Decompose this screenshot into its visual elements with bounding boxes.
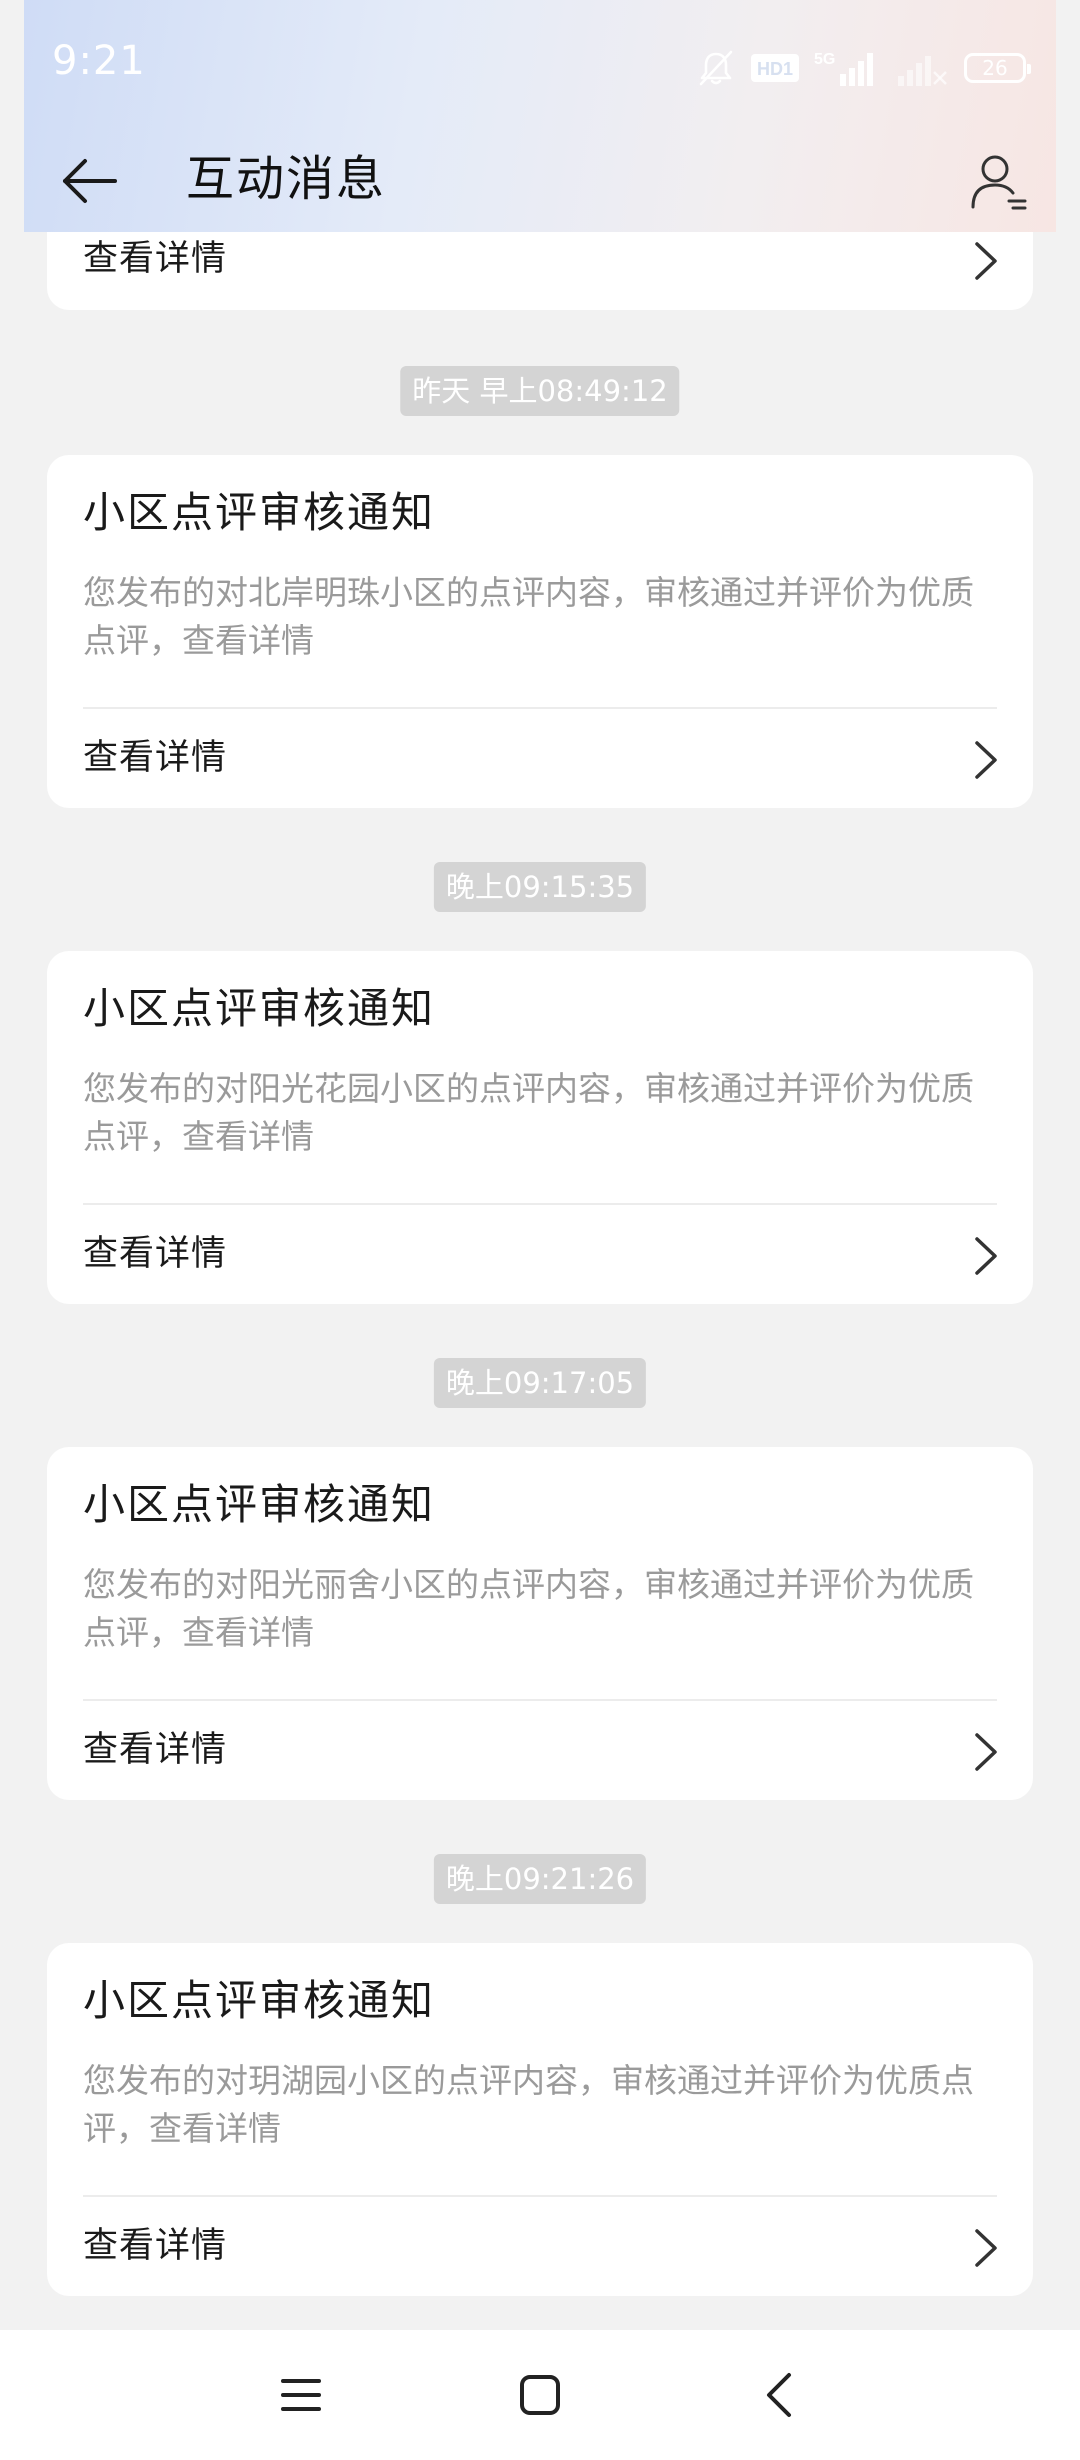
network-badge-label: HD1 bbox=[757, 59, 793, 79]
view-details-row[interactable]: 查看详情 bbox=[47, 2197, 1033, 2297]
network-type-label: 5G bbox=[814, 51, 835, 68]
message-title: 小区点评审核通知 bbox=[83, 1480, 436, 1529]
square-home-icon bbox=[520, 2375, 560, 2415]
status-bar: 9:21 HD1 5G 26 bbox=[24, 0, 1056, 130]
message-timestamp: 晚上09:17:05 bbox=[433, 1358, 647, 1408]
view-details-label: 查看详情 bbox=[83, 1730, 228, 1770]
home-button[interactable] bbox=[505, 2360, 575, 2430]
chevron-left-icon bbox=[767, 2373, 791, 2417]
message-timestamp: 晚上09:21:26 bbox=[433, 1854, 647, 1904]
nav-header: 互动消息 bbox=[24, 130, 1056, 232]
view-details-row[interactable]: 查看详情 bbox=[47, 1701, 1033, 1801]
top-bar: 9:21 HD1 5G 26 互动消息 bbox=[24, 0, 1056, 232]
menu-icon bbox=[281, 2379, 321, 2411]
view-details-label: 查看详情 bbox=[83, 239, 228, 279]
message-card[interactable]: 小区点评审核通知 您发布的对玥湖园小区的点评内容，审核通过并评价为优质点评，查看… bbox=[47, 1943, 1033, 2296]
view-details-row[interactable]: 查看详情 bbox=[47, 1205, 1033, 1305]
message-body: 您发布的对阳光丽舍小区的点评内容，审核通过并评价为优质点评，查看详情 bbox=[83, 1565, 974, 1652]
battery-icon: 26 bbox=[964, 53, 1031, 83]
user-icon bbox=[971, 155, 1027, 210]
profile-button[interactable] bbox=[958, 142, 1038, 222]
message-title: 小区点评审核通知 bbox=[83, 488, 436, 537]
message-body: 您发布的对玥湖园小区的点评内容，审核通过并评价为优质点评，查看详情 bbox=[83, 2061, 974, 2148]
message-title: 小区点评审核通知 bbox=[83, 984, 436, 1033]
message-card[interactable]: 小区点评审核通知 您发布的对阳光花园小区的点评内容，审核通过并评价为优质点评，查… bbox=[47, 951, 1033, 1304]
message-card[interactable]: 小区点评审核通知 您发布的对阳光丽舍小区的点评内容，审核通过并评价为优质点评，查… bbox=[47, 1447, 1033, 1800]
back-button[interactable] bbox=[54, 146, 124, 216]
signal-icon: 5G bbox=[814, 51, 873, 86]
chevron-right-icon bbox=[975, 2229, 997, 2267]
message-title: 小区点评审核通知 bbox=[83, 1976, 436, 2025]
message-body: 您发布的对阳光花园小区的点评内容，审核通过并评价为优质点评，查看详情 bbox=[83, 1069, 974, 1156]
status-icons: HD1 5G 26 bbox=[696, 46, 1032, 90]
chevron-right-icon bbox=[975, 242, 997, 280]
view-details-label: 查看详情 bbox=[83, 738, 228, 778]
chevron-right-icon bbox=[975, 1733, 997, 1771]
message-body: 您发布的对北岸明珠小区的点评内容，审核通过并评价为优质点评，查看详情 bbox=[83, 573, 974, 660]
screen: 查看详情 昨天 早上08:49:12 小区点评审核通知 您发布的对北岸明珠小区的… bbox=[0, 0, 1080, 2460]
message-timestamp: 昨天 早上08:49:12 bbox=[400, 366, 680, 416]
page-title: 互动消息 bbox=[186, 151, 387, 207]
hd-badge-icon: HD1 bbox=[751, 54, 799, 82]
arrow-left-icon bbox=[63, 159, 117, 203]
message-timestamp: 晚上09:15:35 bbox=[433, 862, 647, 912]
view-details-label: 查看详情 bbox=[83, 2226, 228, 2266]
view-details-row[interactable]: 查看详情 bbox=[47, 709, 1033, 809]
chevron-right-icon bbox=[975, 1237, 997, 1275]
nav-back-button[interactable] bbox=[744, 2360, 814, 2430]
signal-icon bbox=[898, 56, 947, 86]
system-nav-bar bbox=[0, 2330, 1080, 2460]
message-feed[interactable]: 查看详情 昨天 早上08:49:12 小区点评审核通知 您发布的对北岸明珠小区的… bbox=[0, 0, 1080, 2330]
message-card[interactable]: 小区点评审核通知 您发布的对北岸明珠小区的点评内容，审核通过并评价为优质点评，查… bbox=[47, 455, 1033, 808]
chevron-right-icon bbox=[975, 741, 997, 779]
menu-button[interactable] bbox=[266, 2360, 336, 2430]
bell-off-icon bbox=[699, 50, 733, 86]
status-time: 9:21 bbox=[52, 38, 146, 84]
view-details-label: 查看详情 bbox=[83, 1234, 228, 1274]
battery-level: 26 bbox=[982, 56, 1008, 80]
